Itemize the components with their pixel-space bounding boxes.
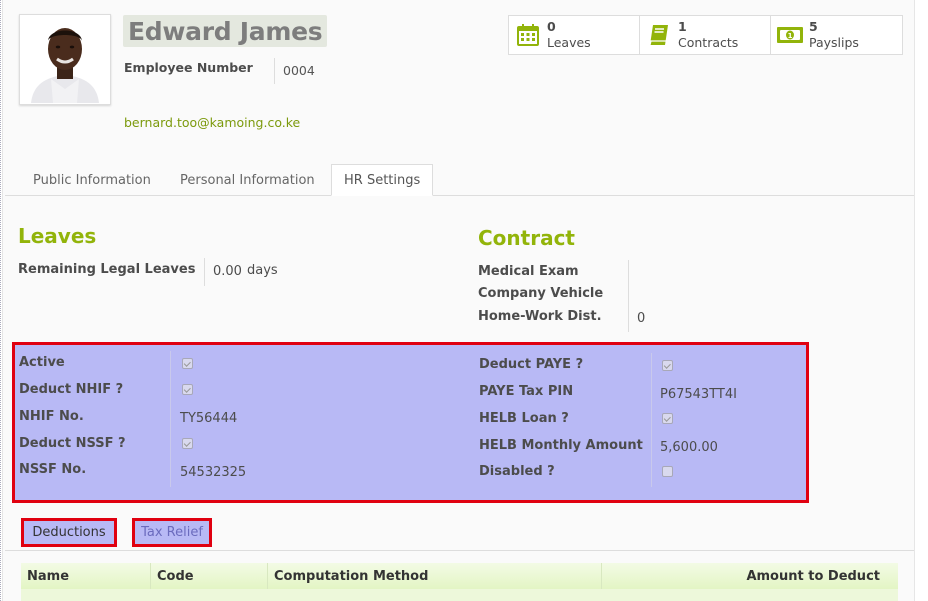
column-header-name[interactable]: Name (21, 563, 151, 589)
nssf-no-label: NSSF No. (19, 462, 87, 477)
deduct-nssf-label: Deduct NSSF ? (19, 436, 126, 451)
remaining-leaves-label: Remaining Legal Leaves (18, 262, 196, 277)
avatar (21, 16, 109, 103)
payslips-count: 5 (809, 19, 818, 34)
book-icon (640, 23, 678, 47)
deduct-nhif-checkbox[interactable] (182, 384, 193, 395)
column-header-computation-method[interactable]: Computation Method (268, 563, 602, 589)
helb-monthly-amount-label: HELB Monthly Amount (479, 438, 643, 453)
employee-number-label: Employee Number (124, 60, 253, 75)
active-label: Active (19, 355, 65, 370)
tab-public-information[interactable]: Public Information (33, 164, 151, 196)
deduct-nssf-checkbox[interactable] (182, 438, 193, 449)
employee-name-field[interactable]: Edward James (123, 15, 328, 47)
tab-hr-settings[interactable]: HR Settings (331, 164, 434, 196)
deductions-notebook-tabs: Deductions Tax Relief (5, 518, 917, 551)
smart-buttons: 0 Leaves 1 Contracts 1 5 Payslips (508, 15, 903, 55)
tab-deductions[interactable]: Deductions (21, 518, 117, 547)
employee-number-value[interactable]: 0004 (283, 63, 315, 78)
medical-exam-label: Medical Exam (478, 264, 579, 279)
paye-tax-pin-value[interactable]: P67543TT4I (660, 387, 737, 402)
helb-loan-label: HELB Loan ? (479, 411, 569, 426)
notebook-tabs: Public Information Personal Information … (5, 164, 917, 196)
field-separator (204, 258, 205, 286)
payslips-stat-button[interactable]: 1 5 Payslips (771, 16, 902, 54)
leaves-count: 0 (547, 19, 556, 34)
deduct-nhif-label: Deduct NHIF ? (19, 382, 124, 397)
active-checkbox[interactable] (182, 358, 193, 369)
leaves-section-title: Leaves (18, 224, 97, 248)
contracts-stat-button[interactable]: 1 Contracts (640, 16, 771, 54)
field-separator (274, 58, 275, 84)
helb-loan-checkbox[interactable] (662, 413, 673, 424)
calendar-icon (509, 23, 547, 47)
deduct-paye-checkbox[interactable] (662, 360, 673, 371)
column-header-code[interactable]: Code (151, 563, 268, 589)
disabled-checkbox[interactable] (662, 466, 673, 477)
home-work-distance-label: Home-Work Dist. (478, 309, 602, 324)
remaining-leaves-unit: days (247, 263, 278, 278)
leaves-label: Leaves (547, 35, 591, 50)
field-separator (628, 260, 629, 332)
deduct-paye-label: Deduct PAYE ? (479, 357, 584, 372)
tab-tax-relief[interactable]: Tax Relief (132, 518, 212, 547)
company-vehicle-label: Company Vehicle (478, 286, 604, 301)
employee-email[interactable]: bernard.too@kamoing.co.ke (124, 115, 300, 130)
nhif-no-label: NHIF No. (19, 409, 84, 424)
employee-form: Edward James Employee Number 0004 bernar… (2, 0, 917, 601)
svg-text:1: 1 (788, 32, 793, 40)
deductions-table-header: Name Code Computation Method Amount to D… (21, 563, 898, 589)
employee-name: Edward James (128, 16, 323, 46)
leaves-stat-button[interactable]: 0 Leaves (509, 16, 640, 54)
tab-personal-information[interactable]: Personal Information (180, 164, 315, 196)
field-separator (651, 353, 652, 487)
nssf-no-value[interactable]: 54532325 (180, 465, 246, 480)
contract-section-title: Contract (478, 226, 575, 250)
helb-monthly-amount-value[interactable]: 5,600.00 (660, 440, 718, 455)
home-work-distance-value[interactable]: 0 (637, 311, 645, 326)
nhif-no-value[interactable]: TY56444 (180, 411, 237, 426)
employee-photo[interactable] (19, 14, 111, 105)
contracts-count: 1 (678, 19, 687, 34)
table-row (21, 589, 898, 601)
contracts-label: Contracts (678, 35, 739, 50)
deductions-settings-panel: Active Deduct NHIF ? NHIF No. TY56444 De… (12, 342, 809, 503)
field-separator (170, 351, 171, 487)
paye-tax-pin-label: PAYE Tax PIN (479, 384, 574, 399)
payslips-label: Payslips (809, 35, 859, 50)
money-icon: 1 (771, 24, 809, 46)
column-header-amount-to-deduct[interactable]: Amount to Deduct (602, 563, 898, 589)
disabled-label: Disabled ? (479, 464, 555, 479)
remaining-leaves-value[interactable]: 0.00 (213, 264, 242, 279)
page-edge (914, 0, 928, 601)
